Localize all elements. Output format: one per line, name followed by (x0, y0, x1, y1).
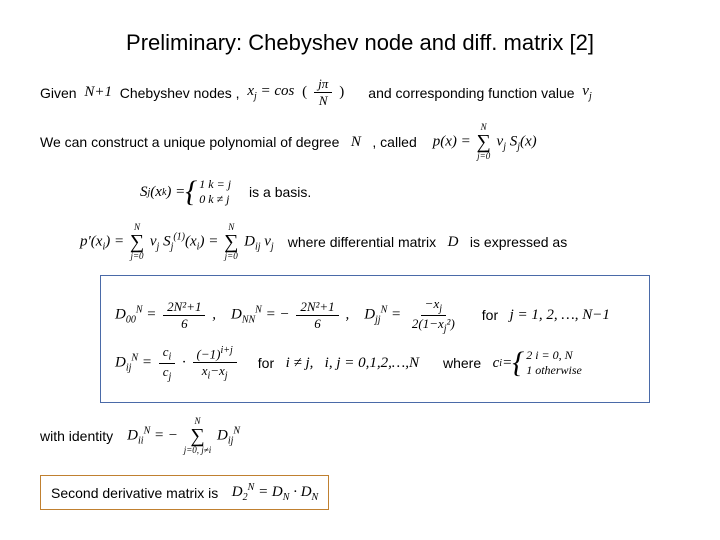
math-frac-jpi: jπN (314, 76, 332, 109)
text-second-deriv: Second derivative matrix is (51, 485, 218, 501)
text-corresp: and corresponding function value (368, 85, 574, 101)
text-chebnodes: Chebyshev nodes , (120, 85, 240, 101)
line-basis: Sj(xk) = { 1 k = j 0 k ≠ j is a basis. (140, 175, 680, 209)
math-pprime: p′(xi) = N∑j=0 vj Sj(1)(xi) = N∑j=0 Dij … (80, 223, 274, 261)
math-xj: xj = cos (244, 83, 299, 102)
text-given: Given (40, 85, 77, 101)
text-called: , called (372, 134, 416, 150)
math-N: N (343, 134, 368, 151)
text-for1: for (482, 307, 498, 323)
page-title: Preliminary: Chebyshev node and diff. ma… (40, 30, 680, 56)
line-diffmatrix: p′(xi) = N∑j=0 vj Sj(1)(xi) = N∑j=0 Dij … (80, 223, 680, 261)
math-D00: D00N = 2N²+16 , DNNN = − 2N²+16 , DjjN =… (115, 296, 462, 334)
text-expressed: is expressed as (470, 234, 567, 250)
math-px: p(x) = N∑j=0 vj Sj(x) (433, 123, 537, 161)
second-deriv-box: Second derivative matrix is D2N = DN · D… (40, 475, 329, 510)
math-ci: ci = { 2 i = 0, N 1 otherwise (485, 346, 582, 380)
math-vj: vj (579, 83, 592, 102)
formula-box: D00N = 2N²+16 , DNNN = − 2N²+16 , DjjN =… (100, 275, 650, 403)
text-construct: We can construct a unique polynomial of … (40, 134, 339, 150)
math-Np1: N+1 (81, 84, 116, 101)
math-D: D (440, 234, 466, 251)
text-where1: where differential matrix (288, 234, 436, 250)
math-Dij: DijN = cicj · (−1)i+jxi−xj (115, 344, 240, 382)
math-Sjxk: Sj(xk) = { 1 k = j 0 k ≠ j (140, 175, 231, 209)
math-Dii: DiiN = − N∑j=0, j≠i DijN (127, 417, 240, 455)
text-identity: with identity (40, 428, 113, 444)
math-ineq: i ≠ j, i, j = 0,1,2,…,N (278, 355, 419, 372)
math-jrange: j = 1, 2, …, N−1 (502, 307, 610, 324)
text-for2: for (258, 355, 274, 371)
math-D2: D2N = DN · DN (224, 482, 318, 503)
text-basis: is a basis. (249, 184, 311, 200)
line-construct: We can construct a unique polynomial of … (40, 123, 680, 161)
line-given: Given N+1 Chebyshev nodes , xj = cos ( j… (40, 76, 680, 109)
text-where2: where (443, 355, 481, 371)
line-identity: with identity DiiN = − N∑j=0, j≠i DijN (40, 417, 680, 455)
